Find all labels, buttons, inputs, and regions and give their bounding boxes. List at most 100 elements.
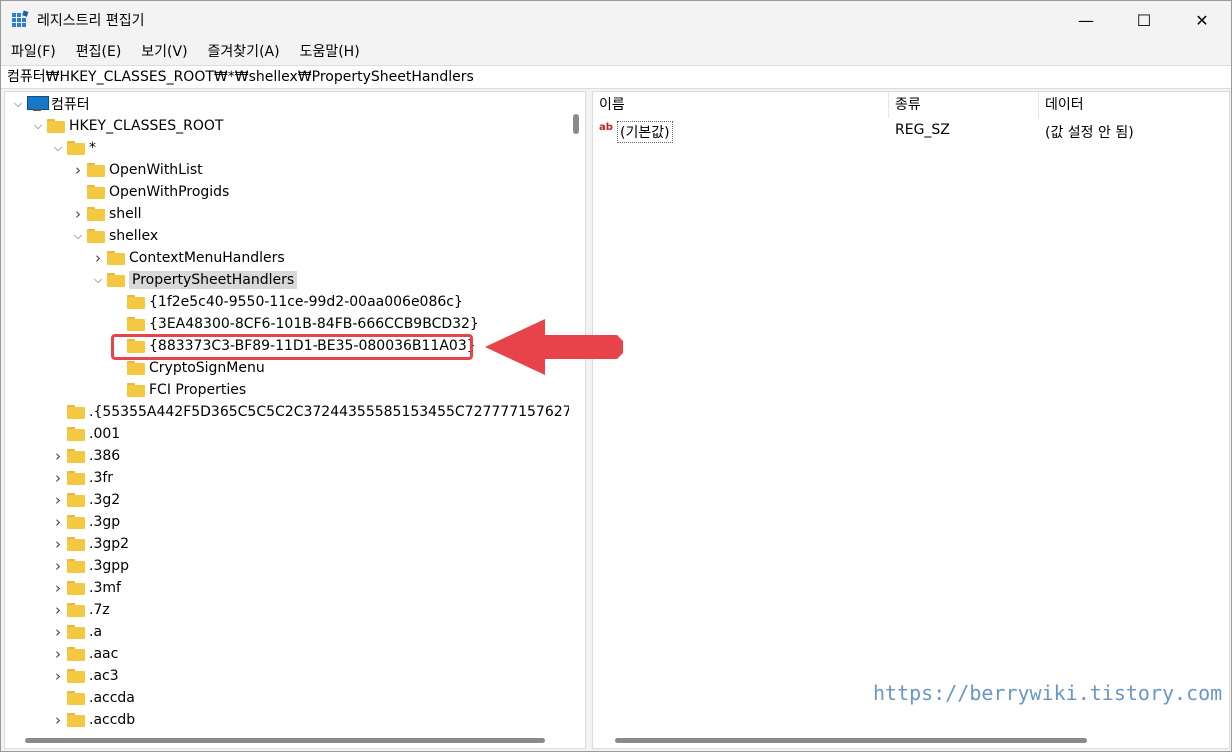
tree-item[interactable]: › .accdb [51, 709, 135, 731]
tree-item-label: .3fr [89, 470, 114, 486]
tree-item[interactable]: {1f2e5c40-9550-11ce-99d2-00aa006e086c} [111, 291, 463, 313]
tree-item[interactable]: ⌵ shellex [71, 225, 158, 247]
tree-vertical-scrollbar[interactable] [569, 92, 585, 728]
tree-item-label: .3g2 [89, 492, 121, 508]
tree-item[interactable]: › ContextMenuHandlers [91, 247, 285, 269]
chevron-right-icon[interactable]: › [51, 647, 65, 662]
tree-item[interactable]: ⌵ HKEY_CLASSES_ROOT [31, 115, 224, 137]
chevron-down-icon[interactable]: ⌵ [31, 119, 45, 133]
maximize-button[interactable]: ☐ [1115, 1, 1173, 39]
tree-item[interactable]: {3EA48300-8CF6-101B-84FB-666CCB9BCD32} [111, 313, 479, 335]
chevron-down-icon[interactable]: ⌵ [91, 273, 105, 287]
folder-icon [67, 669, 85, 683]
tree-item-label: .aac [89, 646, 119, 662]
tree-item[interactable]: › OpenWithList [71, 159, 203, 181]
string-value-icon: ab [599, 122, 613, 133]
chevron-right-icon[interactable]: › [71, 163, 85, 178]
tree-item-label: .accdb [89, 712, 136, 728]
tree-item[interactable]: CryptoSignMenu [111, 357, 265, 379]
tree-item[interactable]: ⌵ PropertySheetHandlers [91, 269, 298, 291]
folder-icon [67, 471, 85, 485]
chevron-right-icon[interactable]: › [51, 449, 65, 464]
registry-app-icon [12, 10, 29, 27]
value-row[interactable]: ab (기본값) REG_SZ (값 설정 안 됨) [593, 120, 1229, 143]
tree-item-label: .386 [89, 448, 121, 464]
tree-item[interactable]: › .ac3 [51, 665, 119, 687]
chevron-down-icon[interactable]: ⌵ [71, 229, 85, 243]
tree-item[interactable]: › .3g2 [51, 489, 120, 511]
tree-item[interactable]: › .3mf [51, 577, 121, 599]
value-data: (값 설정 안 됨) [1045, 125, 1134, 141]
tree-item[interactable]: .{55355A442F5D365C5C5C2C3724435558515345… [51, 401, 586, 423]
tree-item[interactable]: › shell [71, 203, 142, 225]
highlight-box [111, 334, 473, 360]
close-button[interactable]: ✕ [1173, 1, 1231, 39]
value-type: REG_SZ [895, 122, 950, 138]
chevron-right-icon[interactable]: › [51, 713, 65, 728]
menu-favorites[interactable]: 즐겨찾기(A) [208, 41, 280, 61]
title-bar[interactable]: 레지스트리 편집기 — ☐ ✕ [1, 1, 1231, 39]
chevron-right-icon[interactable]: › [51, 625, 65, 640]
tree-vertical-scroll-thumb[interactable] [573, 114, 579, 134]
chevron-right-icon[interactable]: › [51, 493, 65, 508]
tree-item-label: FCI Properties [149, 382, 247, 398]
folder-icon [67, 141, 85, 155]
column-header-data[interactable]: 데이터 [1039, 92, 1229, 118]
folder-open-icon [107, 273, 125, 287]
chevron-right-icon[interactable]: › [51, 515, 65, 530]
value-list-pane[interactable]: 이름 종류 데이터 ab (기본값) REG_SZ (값 설정 안 됨) [592, 91, 1230, 749]
folder-icon [67, 691, 85, 705]
menu-edit[interactable]: 편집(E) [76, 41, 122, 61]
tree-item-label: HKEY_CLASSES_ROOT [69, 118, 224, 134]
folder-icon [67, 647, 85, 661]
chevron-down-icon[interactable]: ⌵ [51, 141, 65, 155]
menu-view[interactable]: 보기(V) [141, 41, 187, 61]
chevron-right-icon[interactable]: › [51, 471, 65, 486]
chevron-right-icon[interactable]: › [51, 559, 65, 574]
tree-item[interactable]: FCI Properties [111, 379, 246, 401]
tree-horizontal-scroll-thumb[interactable] [25, 738, 545, 743]
chevron-right-icon[interactable]: › [51, 603, 65, 618]
chevron-right-icon[interactable]: › [51, 581, 65, 596]
tree-item[interactable]: › .3gp [51, 511, 120, 533]
tree-item[interactable]: ⌵ 컴퓨터 [11, 93, 90, 115]
value-name[interactable]: (기본값) [617, 121, 673, 143]
menu-help[interactable]: 도움말(H) [300, 41, 360, 61]
tree-item[interactable]: › .7z [51, 599, 110, 621]
tree-item-label: 컴퓨터 [51, 97, 90, 113]
tree-item[interactable]: OpenWithProgids [71, 181, 229, 203]
tree-item[interactable]: › .3gpp [51, 555, 129, 577]
tree-item[interactable]: ⌵ * [51, 137, 96, 159]
tree-item[interactable]: › .3gp2 [51, 533, 129, 555]
key-tree-pane[interactable]: ⌵ 컴퓨터 ⌵ HKEY_CLASSES_ROOT ⌵ * › OpenWithList Ope… [4, 91, 586, 749]
tree-item[interactable]: › .386 [51, 445, 120, 467]
tree-item[interactable]: › .3fr [51, 467, 113, 489]
minimize-button[interactable]: — [1057, 1, 1115, 39]
chevron-down-icon[interactable]: ⌵ [11, 97, 25, 111]
folder-icon [67, 625, 85, 639]
menu-file[interactable]: 파일(F) [11, 41, 56, 61]
column-header-name[interactable]: 이름 [593, 92, 889, 118]
list-horizontal-scroll-thumb[interactable] [615, 738, 1087, 743]
tree-item[interactable]: .001 [51, 423, 120, 445]
address-bar[interactable]: 컴퓨터₩HKEY_CLASSES_ROOT₩*₩shellex₩Property… [1, 65, 1231, 89]
tree-item[interactable]: › .aac [51, 643, 118, 665]
tree-item[interactable]: › .a [51, 621, 102, 643]
folder-icon [67, 515, 85, 529]
tree-item-label: .accda [89, 690, 135, 706]
tree-item[interactable]: .accda [51, 687, 135, 709]
chevron-right-icon[interactable]: › [91, 251, 105, 266]
tree-item-label: .{55355A442F5D365C5C5C2C3724435558515345… [89, 404, 586, 420]
folder-icon [87, 185, 105, 199]
tree-item-label: .001 [89, 426, 121, 442]
chevron-right-icon[interactable]: › [51, 669, 65, 684]
chevron-right-icon[interactable]: › [71, 207, 85, 222]
folder-icon [67, 427, 85, 441]
chevron-right-icon[interactable]: › [51, 537, 65, 552]
column-header-type[interactable]: 종류 [889, 92, 1039, 118]
folder-icon [67, 449, 85, 463]
folder-icon [67, 581, 85, 595]
tree-item-label: .3gpp [89, 558, 130, 574]
